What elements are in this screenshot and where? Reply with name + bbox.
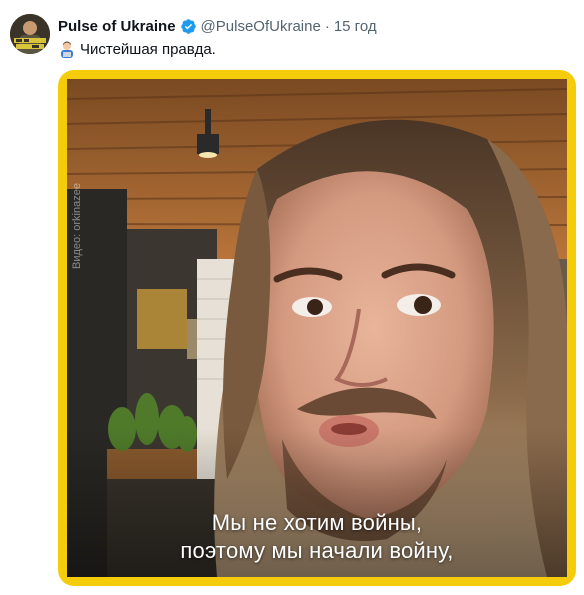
video-subtitles: Мы не хотим войны, поэтому мы начали вой… [67,509,567,565]
subtitle-line-1: Мы не хотим войны, [211,510,423,535]
video-frame[interactable]: Видео: orkinazee Мы не хотим войны, поэт… [67,79,567,577]
video-still-image [67,79,567,577]
tweet-timestamp[interactable]: 15 год [334,18,377,35]
video-watermark: Видео: orkinazee [71,183,83,269]
author-handle[interactable]: @PulseOfUkraine [201,18,321,35]
subtitle-line-2: поэтому мы начали войну, [180,538,454,563]
tweet-text-content: Чистейшая правда. [80,40,216,58]
author-avatar[interactable] [10,14,50,54]
tweet-header: Pulse of Ukraine @PulseOfUkraine · 15 го… [58,16,377,36]
tweet[interactable]: Pulse of Ukraine @PulseOfUkraine · 15 го… [0,0,584,595]
verified-badge-icon [180,18,197,35]
author-name[interactable]: Pulse of Ukraine [58,18,176,35]
tweet-text: Чистейшая правда. [58,40,216,58]
video-media[interactable]: Видео: orkinazee Мы не хотим войны, поэт… [58,70,576,586]
avatar-image [10,14,50,54]
man-technologist-emoji-icon [58,40,76,58]
separator-dot: · [324,17,330,35]
